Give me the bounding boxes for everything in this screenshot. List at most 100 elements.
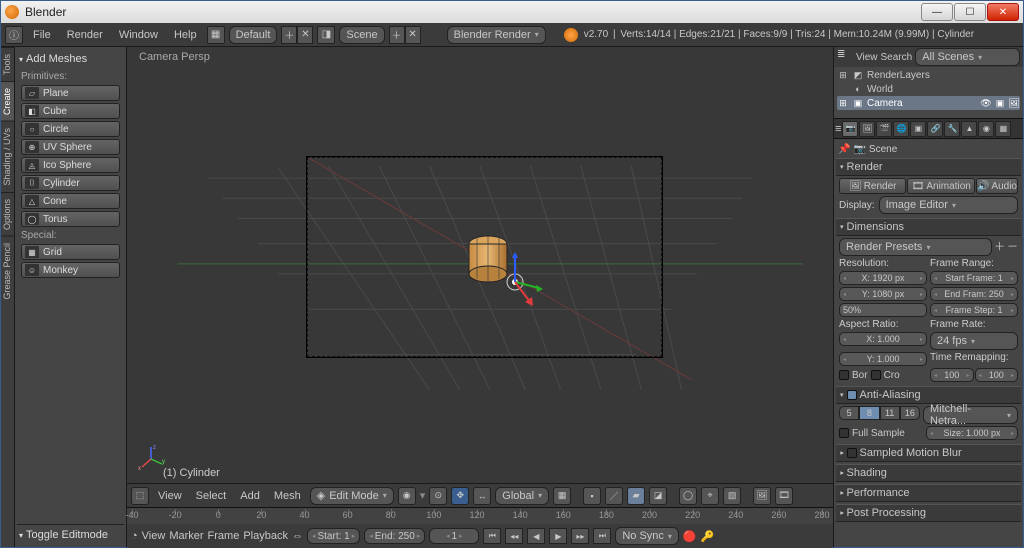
3d-viewport[interactable]: Camera Persp [127,47,833,483]
add-torus-button[interactable]: ◯Torus [21,211,120,227]
mode-select[interactable]: ◈Edit Mode▾ [310,487,394,505]
add-circle-button[interactable]: ○Circle [21,121,120,137]
preset-add-button[interactable]: ＋ [994,238,1005,256]
render-engine-select[interactable]: Blender Render▾ [447,26,546,44]
add-meshes-header[interactable]: Add Meshes [17,49,124,69]
aa-16-button[interactable]: 16 [900,406,920,420]
render-panel-header[interactable]: ▾Render [836,158,1021,176]
render-button[interactable]: 🖼Render [839,178,906,194]
selectable-icon[interactable]: ▣ [994,97,1006,109]
postprocessing-panel-header[interactable]: ▾Post Processing [836,504,1021,522]
timeline-ruler[interactable]: -40-200204060801001201401601802002202402… [127,508,833,524]
visibility-icon[interactable]: 👁 [980,97,992,109]
face-select-icon[interactable]: ▰ [627,487,645,505]
menu-select[interactable]: Select [191,490,232,502]
aspect-y-field[interactable]: ◂Y: 1.000▸ [839,352,927,366]
close-button[interactable]: ✕ [987,3,1019,21]
tab-options[interactable]: Options [1,192,14,236]
translate-icon[interactable]: ↔ [473,487,491,505]
snap-target-icon[interactable]: ▧ [723,487,741,505]
sync-mode-select[interactable]: No Sync▾ [615,527,679,545]
tab-texture-icon[interactable]: ▦ [995,121,1011,137]
dimensions-panel-header[interactable]: ▾Dimensions [836,218,1021,236]
render-preset-select[interactable]: Render Presets▾ [839,238,992,256]
manipulator-toggle-icon[interactable]: ✥ [451,487,469,505]
range-icon[interactable]: ⇔ [292,530,303,542]
res-percent-field[interactable]: 50% [839,303,927,317]
aspect-x-field[interactable]: ◂X: 1.000▸ [839,332,927,346]
motion-blur-panel-header[interactable]: ▾Sampled Motion Blur [836,444,1021,462]
add-plane-button[interactable]: ▱Plane [21,85,120,101]
tab-render-icon[interactable]: 📷 [842,121,858,137]
tab-grease-pencil[interactable]: Grease Pencil [1,236,14,306]
tab-shading-uvs[interactable]: Shading / UVs [1,121,14,192]
play-reverse-button[interactable]: ◀ [527,528,545,544]
layers-icon[interactable]: ▦ [553,487,571,505]
add-cube-button[interactable]: ◧Cube [21,103,120,119]
menu-window[interactable]: Window [113,29,164,41]
editor-type-properties-icon[interactable]: ≡ [835,123,841,135]
edge-select-icon[interactable]: ／ [605,487,623,505]
scene-icon[interactable]: ◨ [317,26,335,44]
start-frame-field[interactable]: ◂Start: 1▸ [307,528,360,544]
border-checkbox[interactable] [839,370,849,380]
menu-help[interactable]: Help [168,29,203,41]
editor-type-timeline-icon[interactable]: ◔ [131,530,138,542]
menu-render[interactable]: Render [61,29,109,41]
tab-tools[interactable]: Tools [1,47,14,81]
maximize-button[interactable]: ☐ [954,3,986,21]
pin-icon[interactable]: 📌 [838,144,850,155]
aa-checkbox[interactable] [847,390,857,400]
aa-filter-select[interactable]: Mitchell-Netra...▾ [923,406,1018,424]
outliner-row-world[interactable]: ◐World [837,82,1020,96]
outliner-filter-select[interactable]: All Scenes▾ [915,48,1020,66]
tab-create[interactable]: Create [1,81,14,121]
motion-blur-checkbox[interactable] [847,448,857,458]
menu-add[interactable]: Add [235,490,265,502]
tab-data-icon[interactable]: ▲ [961,121,977,137]
res-x-field[interactable]: ◂X: 1920 px▸ [839,271,927,285]
render-preview-icon[interactable]: 🖼 [753,487,771,505]
preset-remove-button[interactable]: － [1007,238,1018,256]
add-cylinder-button[interactable]: ⌷Cylinder [21,175,120,191]
outliner-row-renderlayers[interactable]: ⊞◩RenderLayers [837,68,1020,82]
aa-11-button[interactable]: 11 [880,406,900,420]
tl-menu-marker[interactable]: Marker [169,530,203,542]
render-anim-icon[interactable]: 🎞 [775,487,793,505]
tab-world-icon[interactable]: 🌐 [893,121,909,137]
layout-icon[interactable]: ▦ [207,26,225,44]
keying-set-icon[interactable]: 🔑 [701,530,715,543]
tl-menu-frame[interactable]: Frame [208,530,240,542]
menu-mesh[interactable]: Mesh [269,490,306,502]
end-frame-field[interactable]: ◂End: 250▸ [364,528,425,544]
ol-menu-search[interactable]: Search [881,52,913,63]
crop-checkbox[interactable] [871,370,881,380]
tab-object-icon[interactable]: ▣ [910,121,926,137]
scene-delete-button[interactable]: ✕ [405,26,421,44]
current-frame-field[interactable]: ◂1▸ [429,528,479,544]
audio-button[interactable]: 🔊Audio [976,178,1018,194]
ol-menu-view[interactable]: View [856,52,878,63]
animation-button[interactable]: 🎞Animation [907,178,974,194]
editor-type-outliner-icon[interactable]: ≣ [837,49,853,65]
jump-start-button[interactable]: ⏮ [483,528,501,544]
pivot-icon[interactable]: ⊙ [429,487,447,505]
editor-type-icon[interactable]: ⓘ [5,26,23,44]
tab-material-icon[interactable]: ◉ [978,121,994,137]
tab-renderlayers-icon[interactable]: 🖼 [859,121,875,137]
layout-delete-button[interactable]: ✕ [297,26,313,44]
tl-menu-view[interactable]: View [142,530,166,542]
start-frame-field[interactable]: ◂Start Frame: 1▸ [930,271,1018,285]
menu-view[interactable]: View [153,490,187,502]
minimize-button[interactable]: — [921,3,953,21]
layout-add-button[interactable]: ＋ [281,26,297,44]
keyframe-next-button[interactable]: ▸▸ [571,528,589,544]
end-frame-field[interactable]: ◂End Fram: 250▸ [930,287,1018,301]
tab-scene-icon[interactable]: 🎬 [876,121,892,137]
snap-icon[interactable]: ⌖ [701,487,719,505]
tl-menu-playback[interactable]: Playback [243,530,288,542]
menu-file[interactable]: File [27,29,57,41]
autokey-icon[interactable]: 🔴 [683,530,697,543]
remap-new-field[interactable]: ◂100▸ [975,368,1019,382]
play-button[interactable]: ▶ [549,528,567,544]
